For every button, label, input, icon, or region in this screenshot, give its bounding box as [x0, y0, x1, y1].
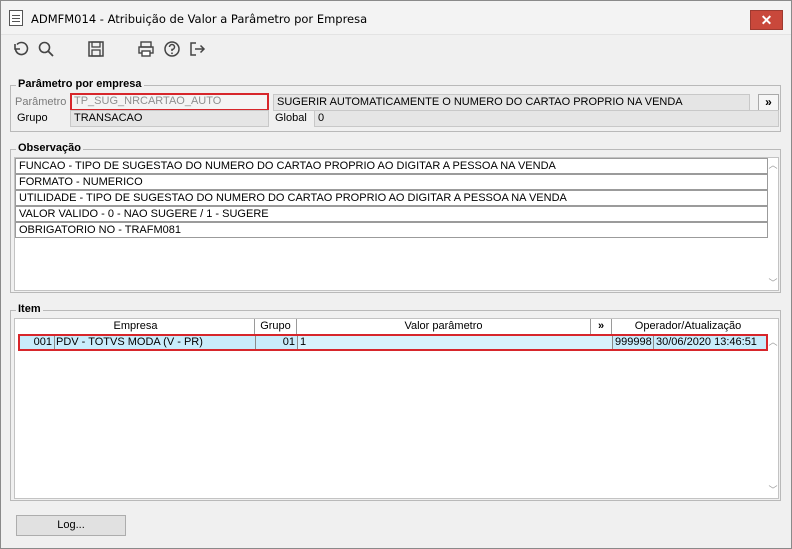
cell-valor[interactable]: 1 [298, 336, 613, 349]
save-icon[interactable] [86, 39, 106, 59]
item-grid[interactable]: Empresa Grupo Valor parâmetro » Operador… [14, 318, 779, 499]
toolbar [1, 35, 791, 65]
parametro-label: Parâmetro [15, 96, 67, 108]
undo-icon[interactable] [10, 39, 30, 59]
item-group: Item Empresa Grupo Valor parâmetro » Ope… [10, 303, 781, 501]
header-more-button[interactable]: » [591, 319, 612, 334]
header-grupo[interactable]: Grupo [255, 319, 297, 334]
item-legend: Item [16, 303, 43, 315]
cell-grupo: 01 [256, 336, 298, 349]
print-icon[interactable] [136, 39, 156, 59]
main-window: ADMFM014 - Atribuição de Valor a Parâmet… [0, 0, 792, 549]
cell-empresa: PDV - TOTVS MODA (V - PR) [55, 336, 256, 349]
observacao-group: Observação FUNCAO - TIPO DE SUGESTAO DO … [10, 142, 781, 293]
parametro-description: SUGERIR AUTOMATICAMENTE O NUMERO DO CART… [273, 94, 750, 111]
grupo-field: TRANSACAO [70, 110, 269, 127]
observacao-list[interactable]: FUNCAO - TIPO DE SUGESTAO DO NUMERO DO C… [14, 157, 779, 291]
more-button[interactable]: » [758, 94, 779, 111]
close-button[interactable]: ✕ [750, 10, 783, 30]
log-button[interactable]: Log... [16, 515, 126, 536]
document-icon [9, 10, 23, 26]
cell-codigo: 001 [22, 336, 55, 349]
global-field: 0 [314, 110, 779, 127]
observacao-line: FORMATO - NUMERICO [15, 174, 768, 190]
observacao-line: FUNCAO - TIPO DE SUGESTAO DO NUMERO DO C… [15, 158, 768, 174]
help-icon[interactable] [162, 39, 182, 59]
scroll-down-icon[interactable]: ﹀ [768, 485, 778, 495]
observacao-legend: Observação [16, 142, 83, 154]
observacao-line: VALOR VALIDO - 0 - NAO SUGERE / 1 - SUGE… [15, 206, 768, 222]
parametro-legend: Parâmetro por empresa [16, 78, 144, 90]
header-empresa[interactable]: Empresa [17, 319, 255, 334]
scroll-up-icon[interactable]: ︿ [768, 160, 778, 170]
observacao-line: OBRIGATORIO NO - TRAFM081 [15, 222, 768, 238]
title-bar: ADMFM014 - Atribuição de Valor a Parâmet… [1, 1, 791, 35]
parametro-field[interactable]: TP_SUG_NRCARTAO_AUTO [70, 93, 269, 111]
cell-operador: 999998 [613, 336, 654, 349]
global-label: Global [275, 112, 307, 124]
grupo-label: Grupo [17, 112, 48, 124]
search-icon[interactable] [36, 39, 56, 59]
window-title: ADMFM014 - Atribuição de Valor a Parâmet… [31, 12, 368, 26]
cell-atualizacao: 30/06/2020 13:46:51 [656, 336, 757, 348]
table-row[interactable]: 001 PDV - TOTVS MODA (V - PR) 01 1 99999… [18, 334, 768, 351]
header-operador[interactable]: Operador/Atualização [612, 319, 764, 334]
exit-icon[interactable] [187, 39, 207, 59]
header-valor[interactable]: Valor parâmetro [297, 319, 591, 334]
scroll-down-icon[interactable]: ﹀ [768, 278, 778, 288]
scroll-up-icon[interactable]: ︿ [768, 337, 778, 347]
parametro-group: Parâmetro por empresa Parâmetro TP_SUG_N… [10, 78, 781, 132]
observacao-line: UTILIDADE - TIPO DE SUGESTAO DO NUMERO D… [15, 190, 768, 206]
